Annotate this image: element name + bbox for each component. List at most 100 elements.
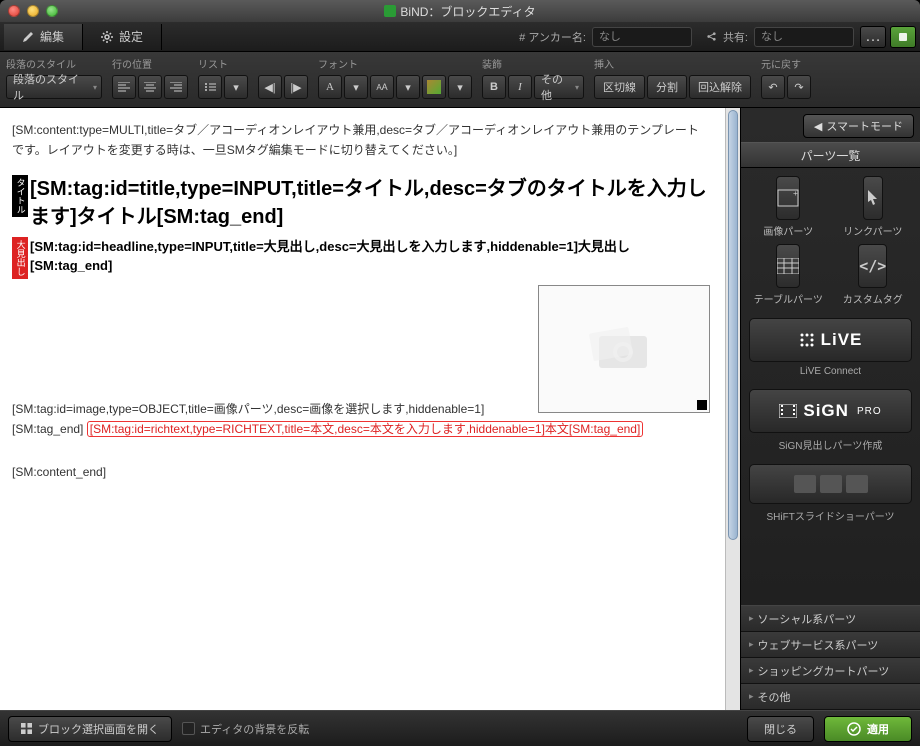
sidebar-accordion: ソーシャル系パーツ ウェブサービス系パーツ ショッピングカートパーツ その他 xyxy=(741,605,920,710)
code-icon: </> xyxy=(859,257,886,275)
font-color-button[interactable] xyxy=(422,75,446,99)
image-placeholder[interactable] xyxy=(538,285,710,413)
acc-webservice[interactable]: ウェブサービス系パーツ xyxy=(741,632,920,658)
bold-button[interactable]: B xyxy=(482,75,506,99)
anchor-label: # アンカー名: xyxy=(519,29,586,45)
shift-button[interactable] xyxy=(749,464,912,504)
list-dropdown-button[interactable]: ▾ xyxy=(224,75,248,99)
image-parts-label: 画像パーツ xyxy=(763,223,813,238)
fontcolor-dropdown-button[interactable]: ▾ xyxy=(448,75,472,99)
align-center-icon xyxy=(144,82,156,92)
font-family-button[interactable]: A xyxy=(318,75,342,99)
decor-other-select[interactable]: その他 xyxy=(534,75,584,99)
close-button[interactable]: 閉じる xyxy=(747,716,814,742)
apply-button[interactable]: 適用 xyxy=(824,716,912,742)
para-style-label: 段落のスタイル xyxy=(6,56,102,71)
font-dropdown-button[interactable]: ▾ xyxy=(344,75,368,99)
bottom-bar: ブロック選択画面を開く エディタの背景を反転 閉じる 適用 xyxy=(0,710,920,746)
film-icon xyxy=(779,404,797,418)
acc-other[interactable]: その他 xyxy=(741,684,920,710)
scrollbar-thumb[interactable] xyxy=(728,110,738,540)
pencil-icon xyxy=(22,31,34,43)
custom-tag-button[interactable]: </> xyxy=(858,244,887,288)
minimize-window-icon[interactable] xyxy=(27,5,39,17)
title-badge: タイトル xyxy=(12,175,28,217)
content-desc: [SM:content:type=MULTI,title=タブ／アコーディオンレ… xyxy=(12,120,710,161)
sidebar: ◀ スマートモード パーツ一覧 + 画像パーツ リンクパーツ xyxy=(740,108,920,710)
anchor-input[interactable]: なし xyxy=(592,27,692,47)
link-parts-button[interactable] xyxy=(863,176,883,220)
acc-social[interactable]: ソーシャル系パーツ xyxy=(741,606,920,632)
fontsize-dropdown-button[interactable]: ▾ xyxy=(396,75,420,99)
pointer-icon xyxy=(864,188,882,208)
title-tag-text: [SM:tag:id=title,type=INPUT,title=タイトル,d… xyxy=(30,175,710,231)
live-subtitle: LiVE Connect xyxy=(741,366,920,377)
list-label: リスト xyxy=(198,56,308,71)
headline-badge: 大見出し xyxy=(12,237,28,279)
outdent-button[interactable]: ◀| xyxy=(258,75,282,99)
undo-label: 元に戻す xyxy=(761,56,811,71)
indent-button[interactable]: |▶ xyxy=(284,75,308,99)
smart-mode-button[interactable]: ◀ スマートモード xyxy=(803,114,914,138)
close-window-icon[interactable] xyxy=(8,5,20,17)
unknown-button[interactable]: … xyxy=(860,26,886,48)
svg-text:+: + xyxy=(793,189,798,198)
image-parts-button[interactable]: + xyxy=(776,176,800,220)
anchor-field: # アンカー名: なし xyxy=(519,27,692,47)
insert-label: 挿入 xyxy=(594,56,751,71)
align-left-button[interactable] xyxy=(112,75,136,99)
list-bullet-icon xyxy=(204,82,216,92)
table-parts-label: テーブルパーツ xyxy=(754,291,823,306)
content-end-text: [SM:content_end] xyxy=(12,462,710,482)
undo-button[interactable]: ↶ xyxy=(761,75,785,99)
headline-tag-text: [SM:tag:id=headline,type=INPUT,title=大見出… xyxy=(30,237,710,276)
shift-subtitle: SHiFTスライドショーパーツ xyxy=(741,508,920,523)
editor-scrollbar[interactable] xyxy=(725,108,740,710)
grid-icon xyxy=(21,723,32,734)
acc-cart[interactable]: ショッピングカートパーツ xyxy=(741,658,920,684)
check-circle-icon xyxy=(847,722,861,736)
insert-split-button[interactable]: 分割 xyxy=(647,75,687,99)
align-left-icon xyxy=(118,82,130,92)
share-label: 共有: xyxy=(723,29,748,45)
zoom-window-icon[interactable] xyxy=(46,5,58,17)
align-center-button[interactable] xyxy=(138,75,162,99)
sign-button[interactable]: SiGNPRO xyxy=(749,389,912,433)
richtext-line: [SM:tag_end] [SM:tag:id=richtext,type=RI… xyxy=(12,419,710,439)
live-icon xyxy=(799,332,815,348)
confirm-button[interactable] xyxy=(890,26,916,48)
checkbox-icon xyxy=(182,722,195,735)
invert-bg-checkbox[interactable]: エディタの背景を反転 xyxy=(182,721,309,737)
font-label: フォント xyxy=(318,56,472,71)
insert-clearfloat-button[interactable]: 回込解除 xyxy=(689,75,751,99)
live-button[interactable]: LiVE xyxy=(749,318,912,362)
app-icon xyxy=(384,5,396,17)
line-pos-label: 行の位置 xyxy=(112,56,188,71)
tab-settings[interactable]: 設定 xyxy=(83,24,162,50)
share-input[interactable]: なし xyxy=(754,27,854,47)
window-controls xyxy=(8,5,58,17)
para-style-select[interactable]: 段落のスタイル xyxy=(6,75,102,99)
color-swatch-icon xyxy=(427,80,441,94)
shift-icon xyxy=(794,475,868,493)
align-right-icon xyxy=(170,82,182,92)
sign-subtitle: SiGN見出しパーツ作成 xyxy=(741,437,920,452)
redo-button[interactable]: ↷ xyxy=(787,75,811,99)
link-parts-label: リンクパーツ xyxy=(843,223,902,238)
back-button[interactable]: ブロック選択画面を開く xyxy=(8,716,172,742)
italic-button[interactable]: I xyxy=(508,75,532,99)
font-size-button[interactable]: AA xyxy=(370,75,394,99)
image-icon: + xyxy=(777,189,799,207)
table-parts-button[interactable] xyxy=(776,244,800,288)
tab-edit[interactable]: 編集 xyxy=(4,24,83,50)
align-right-button[interactable] xyxy=(164,75,188,99)
parts-header: パーツ一覧 xyxy=(741,142,920,168)
share-icon xyxy=(706,31,717,42)
insert-hr-button[interactable]: 区切線 xyxy=(594,75,645,99)
window-title: BiND：ブロックエディタ xyxy=(0,3,920,20)
list-bullet-button[interactable] xyxy=(198,75,222,99)
book-icon xyxy=(897,31,909,43)
table-icon xyxy=(777,258,799,274)
format-toolbar: 段落のスタイル 段落のスタイル 行の位置 リスト ▾ ◀| |▶ フォント xyxy=(0,52,920,108)
editor-area[interactable]: [SM:content:type=MULTI,title=タブ／アコーディオンレ… xyxy=(0,108,740,710)
